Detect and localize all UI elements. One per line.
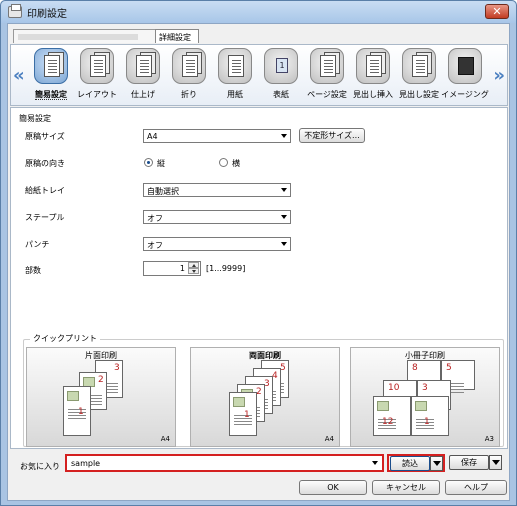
quick-print-simplex[interactable]: 片面印刷 3 2 1 A4 (26, 347, 176, 447)
quick-setup-panel: 簡易設定 原稿サイズ A4 不定形サイズ... 原稿の向き 縦 横 給紙トレイ … (10, 107, 508, 449)
load-button[interactable]: 読込 (390, 456, 430, 471)
layout-icon (80, 48, 114, 84)
page-number: 12 (382, 417, 394, 427)
toolbar-item-layout[interactable]: レイアウト (75, 48, 119, 104)
page-thumb: 1 (229, 392, 257, 436)
staple-select[interactable]: オフ (143, 210, 291, 224)
page-number: 1 (78, 407, 84, 417)
load-button-highlight: 読込 (387, 454, 445, 472)
tab-label-redacted (18, 34, 138, 40)
ok-button[interactable]: OK (299, 480, 367, 495)
page-number: 5 (446, 363, 452, 373)
chevron-down-icon (281, 188, 287, 192)
scroll-left-icon[interactable]: « (13, 65, 25, 86)
dialog-body: 詳細設定 « 簡易設定 レイアウト 仕上げ 折り 用紙 1 表紙 ページ設定 見… (7, 23, 510, 501)
copies-stepper[interactable]: 1 (143, 261, 201, 276)
chevron-down-icon (281, 242, 287, 246)
copies-value: 1 (179, 264, 185, 273)
favorites-label: お気に入り (20, 462, 60, 471)
toolbar-label: イメージング (441, 90, 489, 99)
quick-print-title: クイックプリント (30, 333, 100, 344)
favorites-select[interactable]: sample (65, 454, 384, 472)
page-number: 8 (412, 363, 418, 373)
save-menu-arrow-icon[interactable] (489, 455, 502, 470)
punch-select[interactable]: オフ (143, 237, 291, 251)
page-number: 10 (388, 383, 400, 393)
page-number: 3 (422, 383, 428, 393)
imaging-icon (448, 48, 482, 84)
tab-detail[interactable]: 詳細設定 (155, 29, 199, 43)
toolbar-label: 簡易設定 (35, 90, 67, 100)
page-setting-icon (310, 48, 344, 84)
toolbar-item-finishing[interactable]: 仕上げ (121, 48, 165, 104)
paper-size: A4 (160, 435, 170, 443)
cover-badge: 1 (276, 58, 288, 73)
print-settings-window: 印刷設定 ✕ 詳細設定 « 簡易設定 レイアウト 仕上げ 折り 用紙 1 表紙 … (0, 0, 517, 506)
quick-print-duplex[interactable]: 両面印刷 5 4 3 2 1 A4 (190, 347, 340, 447)
tray-value: 自動選択 (147, 187, 179, 196)
copies-range: [1...9999] (206, 264, 246, 273)
toolbar-item-imaging[interactable]: イメージング (441, 48, 489, 104)
title-bar[interactable]: 印刷設定 ✕ (1, 1, 516, 23)
paper-size: A4 (324, 435, 334, 443)
page-thumb: 1 (411, 396, 449, 436)
toolbar-item-quick-setup[interactable]: 簡易設定 (29, 48, 73, 104)
tray-select[interactable]: 自動選択 (143, 183, 291, 197)
staple-value: オフ (147, 214, 163, 223)
custom-size-button[interactable]: 不定形サイズ... (299, 128, 365, 143)
window-title: 印刷設定 (27, 9, 67, 20)
load-menu-arrow-icon[interactable] (430, 456, 443, 471)
fold-icon (172, 48, 206, 84)
original-size-label: 原稿サイズ (25, 132, 65, 141)
scroll-right-icon[interactable]: » (493, 65, 505, 86)
quick-print-booklet[interactable]: 小冊子印刷 8 5 10 3 12 1 A3 (350, 347, 500, 447)
portrait-label: 縦 (157, 159, 165, 168)
toolbar-item-tab-setting[interactable]: 見出し設定 (397, 48, 441, 104)
paper-icon (218, 48, 252, 84)
decrement-icon[interactable] (188, 268, 199, 274)
favorites-value: sample (71, 459, 101, 468)
page-thumb: 1 (63, 386, 91, 436)
help-button[interactable]: ヘルプ (445, 480, 507, 495)
punch-value: オフ (147, 241, 163, 250)
copies-label: 部数 (25, 266, 41, 275)
page-number: 1 (424, 417, 430, 427)
staple-label: ステープル (25, 213, 65, 222)
page-number: 3 (114, 363, 120, 373)
toolbar-item-paper[interactable]: 用紙 (213, 48, 257, 104)
finishing-icon (126, 48, 160, 84)
function-icon-bar: « 簡易設定 レイアウト 仕上げ 折り 用紙 1 表紙 ページ設定 見出し挿入 … (10, 44, 508, 106)
toolbar-item-cover[interactable]: 1 表紙 (259, 48, 303, 104)
original-size-value: A4 (147, 132, 158, 141)
cancel-button[interactable]: キャンセル (372, 480, 440, 495)
quick-print-group: クイックプリント 片面印刷 3 2 1 A4 両面印刷 5 4 3 2 1 A4… (23, 333, 504, 447)
page-thumb: 12 (373, 396, 411, 436)
chevron-down-icon (372, 461, 378, 465)
toolbar-item-page-setting[interactable]: ページ設定 (305, 48, 349, 104)
printer-icon (8, 4, 22, 18)
original-size-select[interactable]: A4 (143, 129, 291, 143)
save-button[interactable]: 保存 (449, 455, 489, 470)
toolbar-item-fold[interactable]: 折り (167, 48, 211, 104)
tab-basic[interactable] (13, 29, 156, 43)
toolbar-item-tab-insert[interactable]: 見出し挿入 (351, 48, 395, 104)
tray-label: 給紙トレイ (25, 186, 65, 195)
quick-setup-icon (34, 48, 68, 84)
close-button[interactable]: ✕ (485, 4, 509, 19)
tab-insert-icon (356, 48, 390, 84)
paper-size: A3 (484, 435, 494, 443)
tab-setting-icon (402, 48, 436, 84)
chevron-down-icon (281, 215, 287, 219)
chevron-down-icon (281, 134, 287, 138)
section-title: 簡易設定 (19, 114, 51, 123)
landscape-label: 横 (232, 159, 240, 168)
orientation-label: 原稿の向き (25, 159, 65, 168)
punch-label: パンチ (25, 240, 50, 249)
cover-icon: 1 (264, 48, 298, 84)
page-number: 1 (244, 410, 250, 420)
landscape-radio[interactable] (219, 158, 228, 167)
page-number: 2 (98, 375, 104, 385)
portrait-radio[interactable] (144, 158, 153, 167)
